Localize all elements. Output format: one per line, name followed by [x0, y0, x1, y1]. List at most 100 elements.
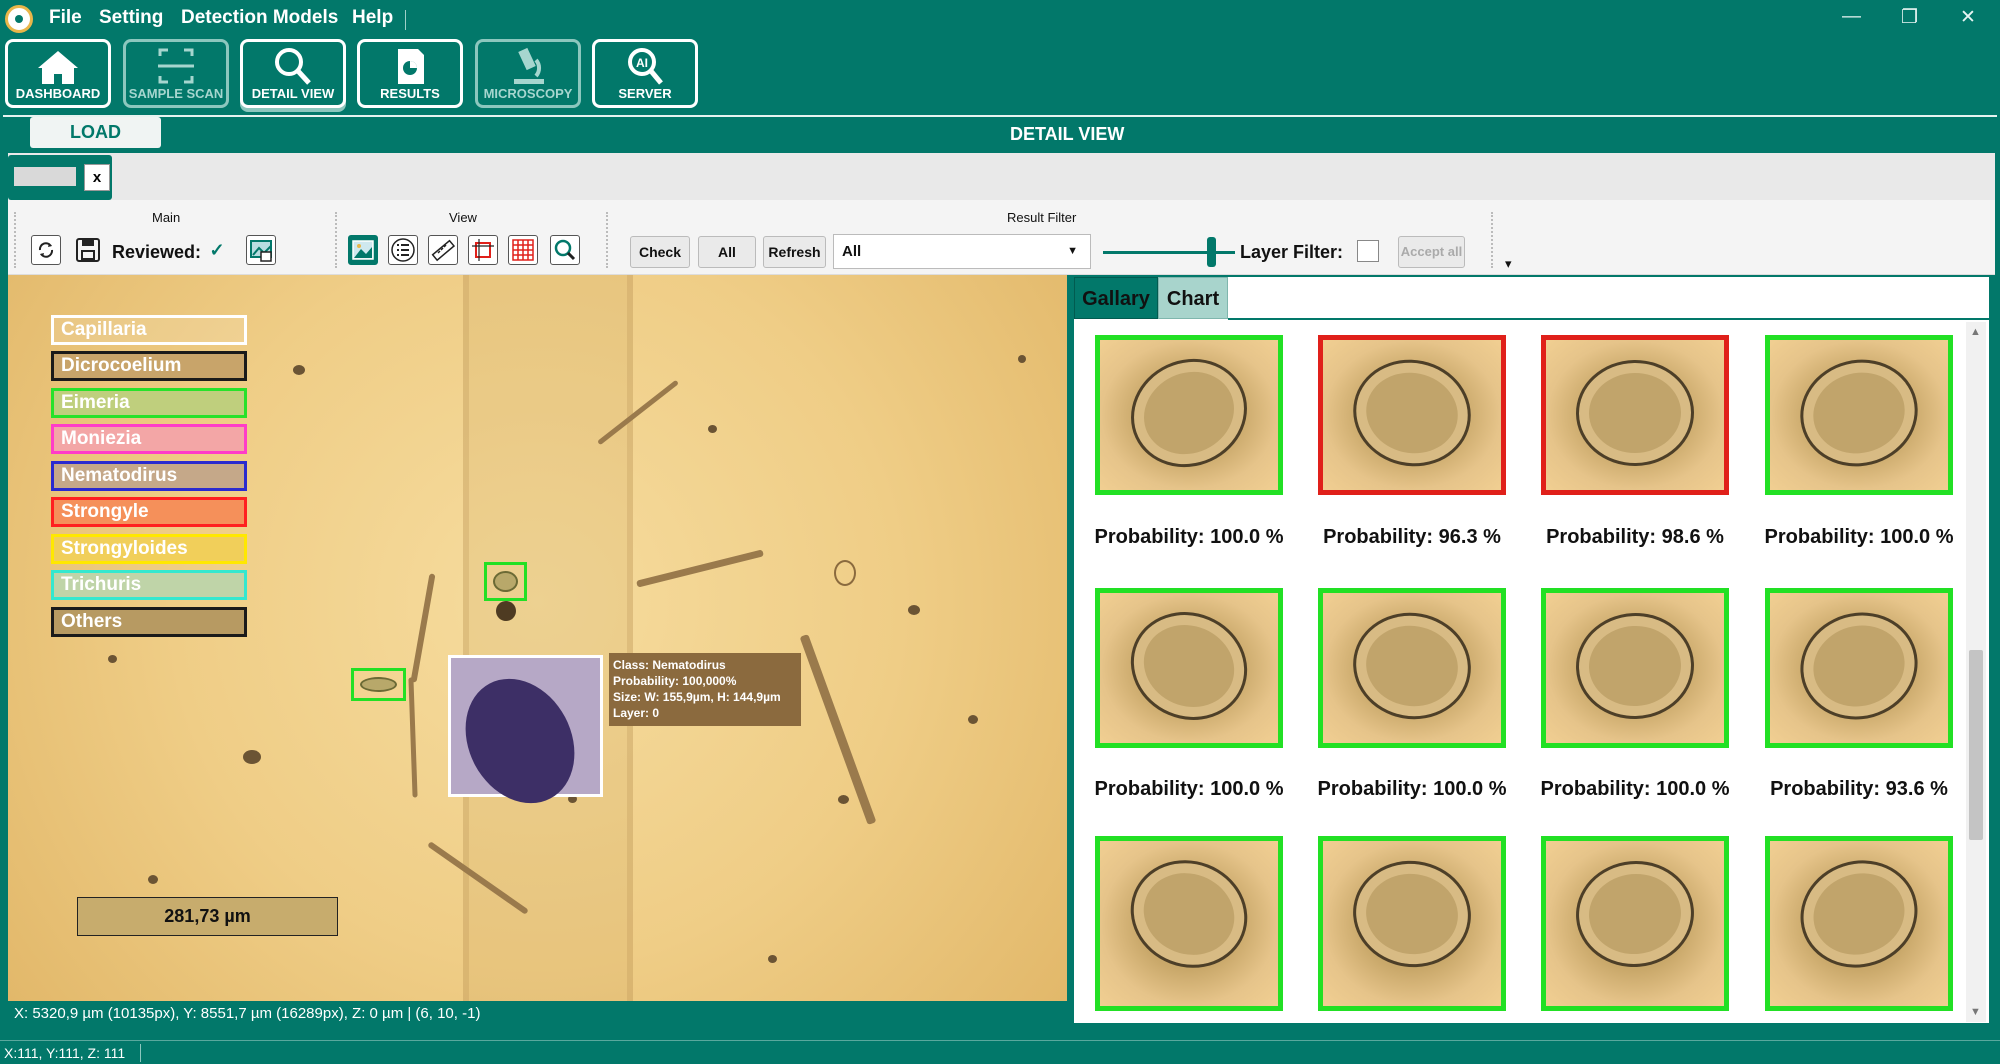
menu-file[interactable]: File [49, 7, 82, 29]
detection-size: Size: W: 155,9µm, H: 144,9µm [613, 690, 781, 704]
ribbon-overflow-icon[interactable]: ▾ [1505, 256, 1512, 272]
thumbnail-probability: Probability: 100.0 % [1094, 778, 1284, 800]
ruler-icon[interactable] [428, 235, 458, 265]
file-tab-strip [8, 153, 1995, 200]
microscope-image-view[interactable] [8, 275, 1067, 1001]
zoom-icon[interactable] [550, 235, 580, 265]
result-filter-dropdown[interactable]: All ▼ [833, 234, 1091, 269]
gallery-thumbnail[interactable] [1541, 588, 1729, 748]
check-button[interactable]: Check [630, 236, 690, 268]
gallery-thumbnail[interactable] [1541, 836, 1729, 1011]
debris-particle [838, 795, 849, 804]
grid-icon[interactable] [508, 235, 538, 265]
gallery-thumbnail[interactable] [1095, 588, 1283, 748]
all-button[interactable]: All [698, 236, 756, 268]
ribbon-separator [14, 212, 16, 268]
results-document-icon [398, 49, 424, 84]
scan-icon [158, 48, 194, 84]
menu-bar: File Setting Detection Models Help — ❐ ✕ [0, 0, 2000, 38]
gallery-scrollbar[interactable]: ▲ ▼ [1966, 322, 1986, 1022]
gallery-thumbnail[interactable] [1095, 335, 1283, 495]
scroll-up-icon[interactable]: ▲ [1970, 326, 1981, 338]
thumbnail-probability: Probability: 100.0 % [1764, 526, 1954, 548]
file-tab[interactable]: x [8, 155, 112, 200]
result-filter-value: All [842, 243, 862, 260]
group-label-view: View [449, 210, 477, 225]
layer-filter-checkbox[interactable] [1357, 240, 1379, 262]
egg-shape [1573, 609, 1697, 723]
egg-shape [493, 571, 518, 592]
export-image-icon[interactable] [246, 235, 276, 265]
status-bar: X:111, Y:111, Z: 111 [0, 1040, 2000, 1064]
server-label: SERVER [618, 86, 672, 101]
gallery-thumbnail[interactable] [1318, 335, 1506, 495]
bounding-box-icon[interactable] [468, 235, 498, 265]
gallery-thumbnail[interactable] [1318, 836, 1506, 1011]
sync-icon[interactable] [31, 235, 61, 265]
legend-item-strongyloides: Strongyloides [51, 534, 247, 564]
legend-label: Nematodirus [61, 465, 178, 486]
menu-setting[interactable]: Setting [99, 7, 163, 29]
reviewed-label: Reviewed: [112, 242, 202, 262]
list-view-icon[interactable] [388, 235, 418, 265]
sample-scan-button[interactable]: SAMPLE SCAN [123, 39, 229, 108]
dashboard-label: DASHBOARD [15, 86, 101, 101]
egg-shape [1114, 843, 1264, 985]
gallery-thumbnail[interactable] [1765, 335, 1953, 495]
gallery-thumbnail[interactable] [1765, 588, 1953, 748]
restore-icon[interactable]: ❐ [1901, 6, 1918, 29]
detail-view-button[interactable]: DETAIL VIEW [240, 39, 346, 108]
sample-scan-label: SAMPLE SCAN [128, 86, 224, 101]
legend-item-others: Others [51, 607, 247, 637]
accept-all-button[interactable]: Accept all [1398, 236, 1465, 268]
egg-shape [1346, 853, 1478, 975]
save-icon[interactable] [73, 235, 103, 265]
dashboard-button[interactable]: DASHBOARD [5, 39, 111, 108]
gallery-thumbnail[interactable] [1095, 836, 1283, 1011]
scrollbar-thumb[interactable] [1969, 650, 1983, 840]
load-button[interactable]: LOAD [30, 117, 161, 148]
gallery-thumbnail[interactable] [1765, 836, 1953, 1011]
debris-fiber [408, 677, 418, 798]
ribbon-separator [606, 212, 608, 268]
thumbnail-probability: Probability: 98.6 % [1546, 526, 1724, 548]
file-tab-close-button[interactable]: x [84, 164, 110, 191]
egg-shape [1575, 358, 1695, 468]
status-xyz: X:111, Y:111, Z: 111 [4, 1045, 126, 1061]
reviewed-checkbox[interactable]: ✓ [206, 240, 228, 262]
menu-help[interactable]: Help [352, 7, 393, 29]
debris-particle [968, 715, 978, 724]
tab-chart[interactable]: Chart [1158, 277, 1228, 319]
layer-slider-thumb[interactable] [1207, 237, 1216, 267]
legend-label: Moniezia [61, 428, 142, 449]
egg-shape [1786, 845, 1932, 983]
detection-box[interactable] [484, 562, 527, 601]
tab-underline [1228, 318, 1990, 320]
layer-filter-label: Layer Filter: [1240, 242, 1344, 262]
gallery-thumbnail[interactable] [1541, 335, 1729, 495]
server-button[interactable]: AI SERVER [592, 39, 698, 108]
thumbnail-probability: Probability: 100.0 % [1540, 778, 1730, 800]
detail-view-label: DETAIL VIEW [251, 86, 335, 101]
debris-particle [834, 560, 856, 586]
microscopy-button[interactable]: MICROSCOPY [475, 39, 581, 108]
detection-box[interactable] [351, 668, 406, 701]
page-title: DETAIL VIEW [1010, 124, 1125, 144]
scroll-down-icon[interactable]: ▼ [1970, 1006, 1981, 1018]
ribbon-separator [1491, 212, 1493, 268]
gallery-thumbnail[interactable] [1318, 588, 1506, 748]
results-button[interactable]: RESULTS [357, 39, 463, 108]
image-view-icon[interactable] [348, 235, 378, 265]
detail-view-header [3, 115, 1997, 153]
debris-particle [496, 601, 516, 621]
results-label: RESULTS [380, 86, 440, 101]
menu-detection-models[interactable]: Detection Models [181, 7, 338, 29]
close-icon[interactable]: ✕ [1960, 6, 1976, 29]
tab-gallery[interactable]: Gallary [1074, 277, 1158, 319]
refresh-button[interactable]: Refresh [763, 236, 826, 268]
ai-server-icon: AI [628, 48, 663, 85]
legend-item-nematodirus: Nematodirus [51, 461, 247, 491]
minimize-icon[interactable]: — [1842, 6, 1861, 28]
debris-particle [243, 750, 261, 764]
microscope-icon [514, 47, 544, 84]
